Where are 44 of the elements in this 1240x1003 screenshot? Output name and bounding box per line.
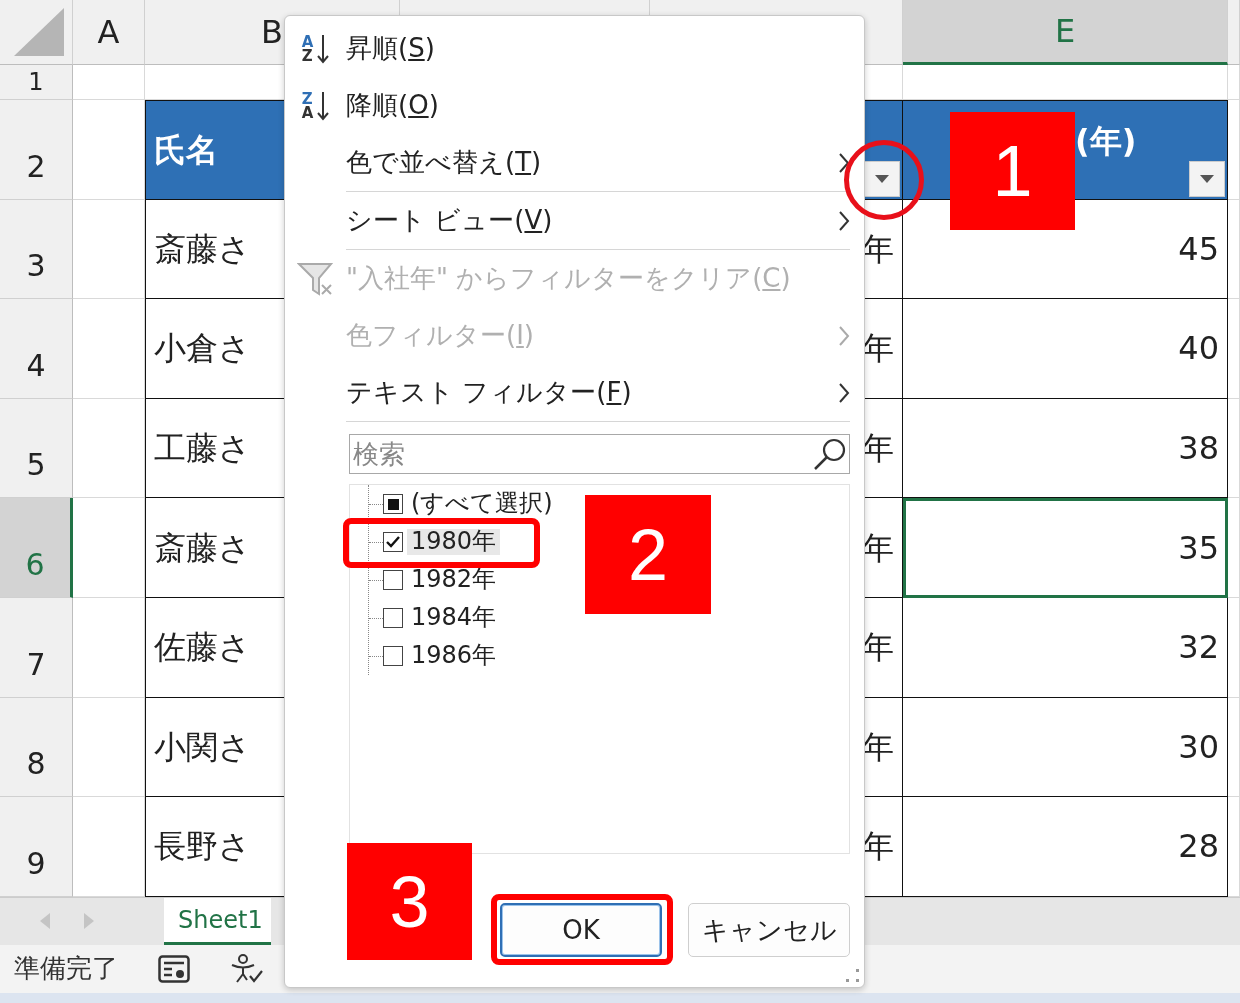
filter-dropdown-button[interactable]: [1189, 160, 1225, 197]
status-text: 準備完了: [14, 952, 118, 986]
table-cell[interactable]: 38: [903, 398, 1228, 499]
row-header[interactable]: 4: [0, 299, 73, 399]
checkbox[interactable]: [383, 646, 403, 666]
dropdown-arrow-icon: [875, 174, 889, 183]
dropdown-arrow-icon: [1200, 174, 1214, 183]
checkbox[interactable]: [383, 608, 403, 628]
row-header[interactable]: 9: [0, 797, 73, 897]
table-cell[interactable]: 28: [903, 797, 1228, 897]
header-cell-text: (年): [1075, 120, 1137, 162]
person-check-icon[interactable]: [230, 953, 264, 984]
page-view-icon[interactable]: [158, 954, 190, 983]
ok-button[interactable]: OK: [500, 903, 662, 957]
checkbox-label[interactable]: 1980年: [407, 529, 501, 555]
column-header[interactable]: E: [903, 0, 1228, 65]
step-number-label: 2: [585, 495, 711, 614]
step-number-label: 1: [950, 112, 1075, 230]
row-header[interactable]: 1: [0, 65, 73, 100]
table-cell[interactable]: 40: [903, 299, 1228, 399]
resize-grip-icon[interactable]: [846, 969, 860, 983]
column-header[interactable]: A: [73, 0, 145, 65]
search-field[interactable]: 検索: [349, 434, 850, 474]
filter-clear-icon: [296, 260, 335, 297]
checkbox-label[interactable]: (すべて選択): [407, 491, 557, 517]
search-icon[interactable]: [813, 437, 847, 471]
cancel-button[interactable]: キャンセル: [688, 903, 850, 957]
row-header[interactable]: 6: [0, 498, 73, 598]
checkbox-label[interactable]: 1986年: [407, 643, 501, 669]
step-number-label: 3: [347, 843, 472, 960]
checkbox[interactable]: [383, 570, 403, 590]
checkbox[interactable]: [383, 532, 403, 552]
sheet-tab[interactable]: Sheet1: [164, 897, 271, 945]
checkbox-label[interactable]: 1982年: [407, 567, 501, 593]
row-header[interactable]: 3: [0, 199, 73, 300]
row-header[interactable]: 5: [0, 398, 73, 499]
row-header[interactable]: 8: [0, 697, 73, 798]
table-cell[interactable]: 30: [903, 697, 1228, 798]
checkbox-label[interactable]: 1984年: [407, 605, 501, 631]
table-cell[interactable]: 32: [903, 597, 1228, 698]
table-cell[interactable]: 35: [903, 498, 1228, 598]
row-header[interactable]: 7: [0, 597, 73, 698]
row-header[interactable]: 2: [0, 100, 73, 200]
filter-dropdown-button[interactable]: [864, 160, 900, 197]
